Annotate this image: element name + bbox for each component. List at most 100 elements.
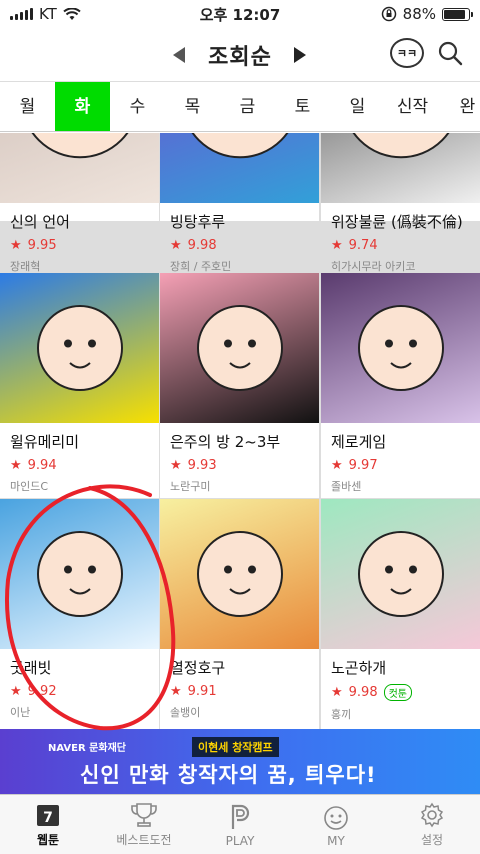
webtoon-card[interactable]: 빙탕후루 ★ 9.98 장희 / 주호민 [160,133,319,273]
webtoon-card[interactable]: 노곤하개 ★ 9.98 컷툰홍끼 [321,499,480,729]
webtoon-card[interactable]: 제로게임 ★ 9.97 졸바센 [321,273,480,498]
webtoon-thumbnail[interactable] [0,499,159,649]
webtoon-title: 노곤하개 [331,659,387,677]
cuttoon-badge: 컷툰 [383,684,413,701]
day-tab[interactable]: 화 [55,82,110,131]
webtoon-thumbnail[interactable] [0,273,159,423]
webtoon-info: 굿래빗 ★ 9.92 이난 [0,649,159,728]
day-tab[interactable]: 월 [0,82,55,131]
sort-title: 조회순 [208,44,272,70]
rating-value: 9.94 [27,458,57,473]
chat-bubble-button[interactable]: ㅋㅋ [390,38,424,68]
webtoon-author: 홍끼 [331,708,352,721]
day-tab[interactable]: 금 [220,82,275,131]
webtoon-card[interactable]: 위장불륜 (僞裝不倫) ★ 9.74 히가시무라 아키코 [321,133,480,273]
webtoon-card[interactable]: 열정호구 ★ 9.91 솔뱅이 [160,499,319,729]
day-tab[interactable]: 수 [110,82,165,131]
rating-value: 9.97 [348,458,378,473]
star-icon: ★ [10,684,22,699]
webtoon-card[interactable]: 윌유메리미 ★ 9.94 마인드C [0,273,159,498]
webtoon-author: 장래혁 [10,260,41,273]
webtoon-card[interactable]: 은주의 방 2~3부 ★ 9.93 노란구미 [160,273,319,498]
tab-label: 웹툰 [36,833,60,847]
webtoon-author: 졸바센 [331,480,362,493]
webtoon-info: 윌유메리미 ★ 9.94 마인드C [0,423,159,502]
webtoon-thumbnail[interactable] [321,273,480,423]
calendar-badge: 7 [43,810,53,826]
day-tab[interactable]: 신작 [385,82,440,131]
tab-play[interactable]: PLAY [192,795,288,854]
webtoon-author: 히가시무라 아키코 [331,260,416,273]
banner-camp-label: 이현세 창작캠프 [192,737,279,757]
smiley-icon [324,806,348,830]
tab-label: MY [327,834,345,848]
webtoon-title: 빙탕후루 [170,213,226,231]
promo-banner[interactable]: NAVER 문화재단 이현세 창작캠프 신인 만화 창작자의 꿈, 틔우다! [0,729,480,794]
webtoon-info: 노곤하개 ★ 9.98 컷툰홍끼 [321,649,480,729]
webtoon-thumbnail[interactable] [0,133,159,203]
star-icon: ★ [331,238,343,253]
tab-label: 베스트도전 [116,833,172,847]
day-tab[interactable]: 완 [440,82,480,131]
webtoon-rating: ★ 9.95 [10,238,149,253]
tab-webtoon[interactable]: 7 웹툰 [0,795,96,854]
webtoon-rating: ★ 9.92 [10,684,149,699]
tab-label: PLAY [225,834,255,848]
star-icon: ★ [10,458,22,473]
webtoon-title: 위장불륜 (僞裝不倫) [331,213,463,231]
webtoon-author: 이난 [10,706,31,719]
status-bar: KT 오후 12:07 88% [0,0,480,28]
webtoon-card[interactable]: 굿래빗 ★ 9.92 이난 [0,499,159,729]
tab-best-challenge[interactable]: 베스트도전 [96,795,192,854]
webtoon-thumbnail[interactable] [160,133,319,203]
tab-my[interactable]: MY [288,795,384,854]
webtoon-rating: ★ 9.94 [10,458,149,473]
webtoon-rating: ★ 9.93 [170,458,309,473]
rating-value: 9.93 [187,458,217,473]
star-icon: ★ [170,238,182,253]
search-icon[interactable] [437,40,463,66]
title-bar: 조회순 ㅋㅋ [0,28,480,82]
webtoon-title: 신의 언어 [10,213,70,231]
banner-sponsor: NAVER 문화재단 [48,743,126,754]
rating-value: 9.92 [27,684,57,699]
status-right: 88% [310,5,473,23]
webtoon-thumbnail[interactable] [160,499,319,649]
tab-settings[interactable]: 설정 [384,795,480,854]
webtoon-author: 장희 / 주호민 [170,260,232,273]
rating-value: 9.91 [187,684,217,699]
carrier-label: KT [39,5,57,23]
battery-percent: 88% [402,5,436,23]
tab-label: 설정 [420,833,444,847]
battery-icon [442,7,473,21]
webtoon-card[interactable]: 신의 언어 ★ 9.95 장래혁 [0,133,159,273]
webtoon-thumbnail[interactable] [321,133,480,203]
rating-value: 9.74 [348,238,378,253]
signal-icon [10,8,33,20]
webtoon-rating: ★ 9.98 컷툰 [331,684,470,701]
status-time: 오후 12:07 [199,5,281,24]
rating-value: 9.98 [348,685,378,700]
webtoon-info: 위장불륜 (僞裝不倫) ★ 9.74 히가시무라 아키코 [321,203,480,282]
star-icon: ★ [331,685,343,700]
status-left: KT [10,5,170,23]
webtoon-thumbnail[interactable] [160,273,319,423]
gear-icon [420,802,444,828]
day-tab[interactable]: 일 [330,82,385,131]
play-p-icon [231,804,250,829]
star-icon: ★ [331,458,343,473]
day-tab[interactable]: 목 [165,82,220,131]
day-tab[interactable]: 토 [275,82,330,131]
star-icon: ★ [10,238,22,253]
webtoon-rating: ★ 9.97 [331,458,470,473]
webtoon-rating: ★ 9.98 [170,238,309,253]
calendar-icon: 7 [37,805,59,826]
sort-prev-arrow-icon[interactable] [173,47,185,63]
webtoon-thumbnail[interactable] [321,499,480,649]
webtoon-info: 은주의 방 2~3부 ★ 9.93 노란구미 [160,423,319,502]
banner-headline: 신인 만화 창작자의 꿈, 틔우다! [80,763,377,787]
sort-next-arrow-icon[interactable] [294,47,306,63]
rating-value: 9.95 [27,238,57,253]
webtoon-info: 빙탕후루 ★ 9.98 장희 / 주호민 [160,203,319,282]
webtoon-title: 은주의 방 2~3부 [170,433,281,451]
